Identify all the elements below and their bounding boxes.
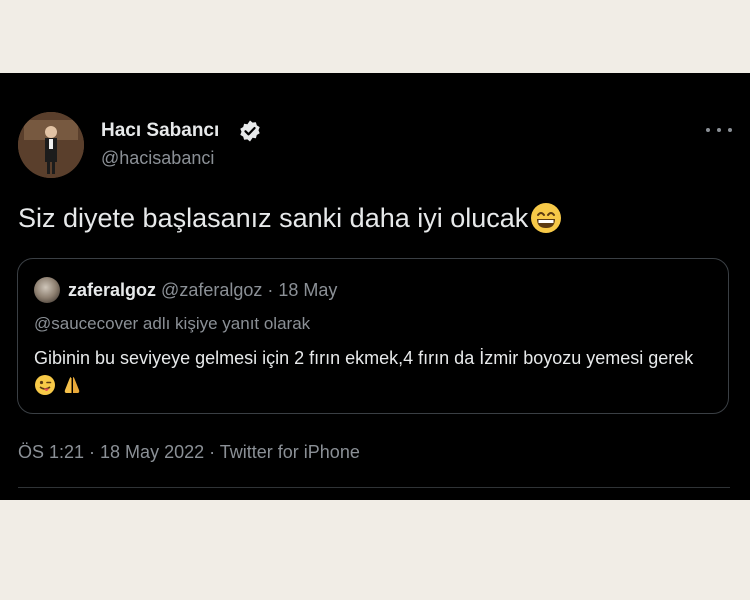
quoted-author-name[interactable]: zaferalgoz [68,280,156,300]
reply-context: @saucecover adlı kişiye yanıt olarak [34,314,311,333]
quoted-tweet-body: Gibinin bu seviyeye gelmesi için 2 fırın… [34,344,694,400]
quoted-tweet-text: Gibinin bu seviyeye gelmesi için 2 fırın… [34,348,694,368]
more-options-icon[interactable] [706,118,732,142]
tweet-timestamp-source: ÖS 1:21 · 18 May 2022 · Twitter for iPho… [18,442,360,462]
quoted-author-avatar[interactable] [34,277,60,303]
tweet-text: Siz diyete başlasanız sanki daha iyi olu… [18,202,529,233]
folded-hands-emoji-icon [64,377,80,393]
author-display-name[interactable]: Hacı Sabancı [101,120,219,142]
winking-face-tongue-emoji-icon [35,375,55,395]
verified-badge-icon [240,120,260,142]
grinning-face-emoji-icon [531,203,562,233]
author-handle[interactable]: @hacisabanci [101,148,214,169]
author-avatar[interactable] [18,112,84,178]
quoted-author-meta: @zaferalgoz · 18 May [161,280,338,300]
divider [18,487,730,488]
quoted-tweet-header: zaferalgoz @zaferalgoz · 18 May [68,280,337,301]
tweet-text-row: Siz diyete başlasanız sanki daha iyi olu… [18,202,562,234]
